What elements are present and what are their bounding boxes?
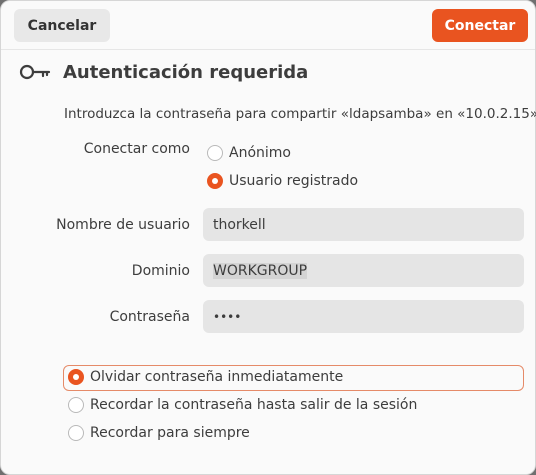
- dialog-title-row: Autenticación requerida: [19, 61, 308, 83]
- radio-forget-immediately[interactable]: Olvidar contraseña inmediatamente: [68, 369, 343, 385]
- dialog-description: Introduzca la contraseña para compartir …: [64, 106, 536, 122]
- radio-button-unchecked[interactable]: [207, 145, 223, 161]
- username-field[interactable]: thorkell: [203, 208, 524, 241]
- connect-as-label: Conectar como: [83, 141, 190, 157]
- key-icon: [19, 64, 51, 80]
- username-value: thorkell: [213, 216, 266, 233]
- dialog-headerbar: Cancelar Conectar: [1, 1, 535, 50]
- radio-button-checked[interactable]: [68, 369, 84, 385]
- radio-button-unchecked[interactable]: [68, 425, 84, 441]
- authentication-dialog: Cancelar Conectar Autenticación requerid…: [0, 0, 536, 475]
- domain-value: WORKGROUP: [213, 262, 308, 279]
- radio-button-unchecked[interactable]: [68, 397, 84, 413]
- domain-field[interactable]: WORKGROUP: [203, 254, 524, 287]
- password-label: Contraseña: [109, 309, 190, 325]
- radio-button-checked[interactable]: [207, 173, 223, 189]
- radio-anonymous-label: Anónimo: [229, 145, 291, 161]
- radio-forget-immediately-label: Olvidar contraseña inmediatamente: [90, 369, 344, 385]
- username-label: Nombre de usuario: [56, 217, 190, 233]
- domain-label: Dominio: [131, 263, 190, 279]
- cancel-button[interactable]: Cancelar: [14, 9, 110, 42]
- password-field[interactable]: ••••: [203, 300, 524, 333]
- radio-remember-session-label: Recordar la contraseña hasta salir de la…: [90, 397, 418, 413]
- radio-registered-user-label: Usuario registrado: [229, 173, 359, 189]
- radio-remember-session[interactable]: Recordar la contraseña hasta salir de la…: [68, 397, 417, 413]
- connect-button[interactable]: Conectar: [432, 9, 528, 42]
- radio-anonymous[interactable]: Anónimo: [207, 145, 291, 161]
- radio-remember-forever-label: Recordar para siempre: [90, 425, 250, 441]
- password-value: ••••: [213, 309, 242, 324]
- radio-remember-forever[interactable]: Recordar para siempre: [68, 425, 250, 441]
- radio-registered-user[interactable]: Usuario registrado: [207, 173, 358, 189]
- dialog-title: Autenticación requerida: [63, 61, 309, 83]
